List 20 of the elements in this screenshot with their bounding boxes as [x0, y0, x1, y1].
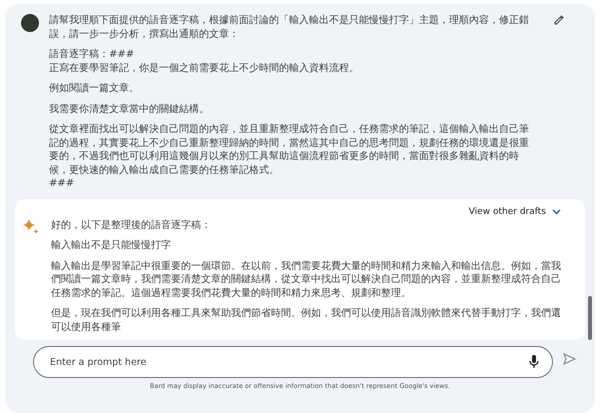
response-text: 輸入輸出是學習筆記中很重要的一個環節。在以前，我們需要花費大量的時間和精力來輸入和輸出信息。例如，當我們閱讀一篇文章時，我們需要清楚文章的關鍵結構，從文章中找出可以解決自己問題的內容，並重新整理成符合自己任務需求的筆記。這個過程需要我們花費大量的時間和精力來思考、規劃和整理。 [51, 260, 562, 300]
response-text: 但是，現在我們可以利用各種工具來幫助我們節省時間。例如，我們可以使用語音識別軟體來代替手動打字，我們還可以使用各種筆 [51, 307, 562, 334]
prompt-text: 請幫我理順下面提供的語音逐字稿，根據前面討論的「輸入輸出不是只能慢慢打字」主題，理順內容，修正錯誤，請一步一步分析，撰寫出通順的文章： [49, 14, 530, 41]
prompt-text: 正寫在要學習筆記，你是一個之前需要花上不少時間的輸入資料流程。 [49, 62, 360, 75]
prompt-text: 語音逐字稿：### [49, 48, 136, 62]
scrollbar-thumb[interactable] [588, 296, 592, 340]
pencil-icon[interactable] [553, 14, 565, 26]
prompt-text: 從文章裡面找出可以解決自己問題的內容，並且重新整理成符合自己，任務需求的筆記，這個輸入輸出自己筆記的過程，其實要花上不少自己重新整理歸納的時間，當然這其中自己的思考問題，規劃任務的環境還是很重要的，不過我們也可以利用這幾個月以來的別工具幫助這個流程節省更多的時間，當面對很多雜亂資料的時候，更快速的輸入輸出成自己需要的任務筆記格式。 [49, 123, 530, 177]
response-text: 輸入輸出不是只能慢慢打字 [51, 239, 172, 252]
microphone-icon[interactable] [529, 355, 539, 368]
view-drafts-button[interactable]: View other drafts [464, 204, 565, 218]
response-text: 好的，以下是整理後的語音逐字稿： [51, 218, 212, 232]
chevron-down-icon [552, 208, 561, 214]
prompt-text: 我需要你清楚文章當中的關鍵結構。 [49, 102, 210, 116]
avatar [21, 14, 39, 32]
sparkle-icon [23, 218, 39, 234]
prompt-text: ### [49, 177, 76, 190]
prompt-input[interactable]: Enter a prompt here [33, 346, 553, 378]
prompt-text: 例如閱讀一篇文章。 [49, 82, 140, 96]
send-icon[interactable] [563, 353, 577, 365]
